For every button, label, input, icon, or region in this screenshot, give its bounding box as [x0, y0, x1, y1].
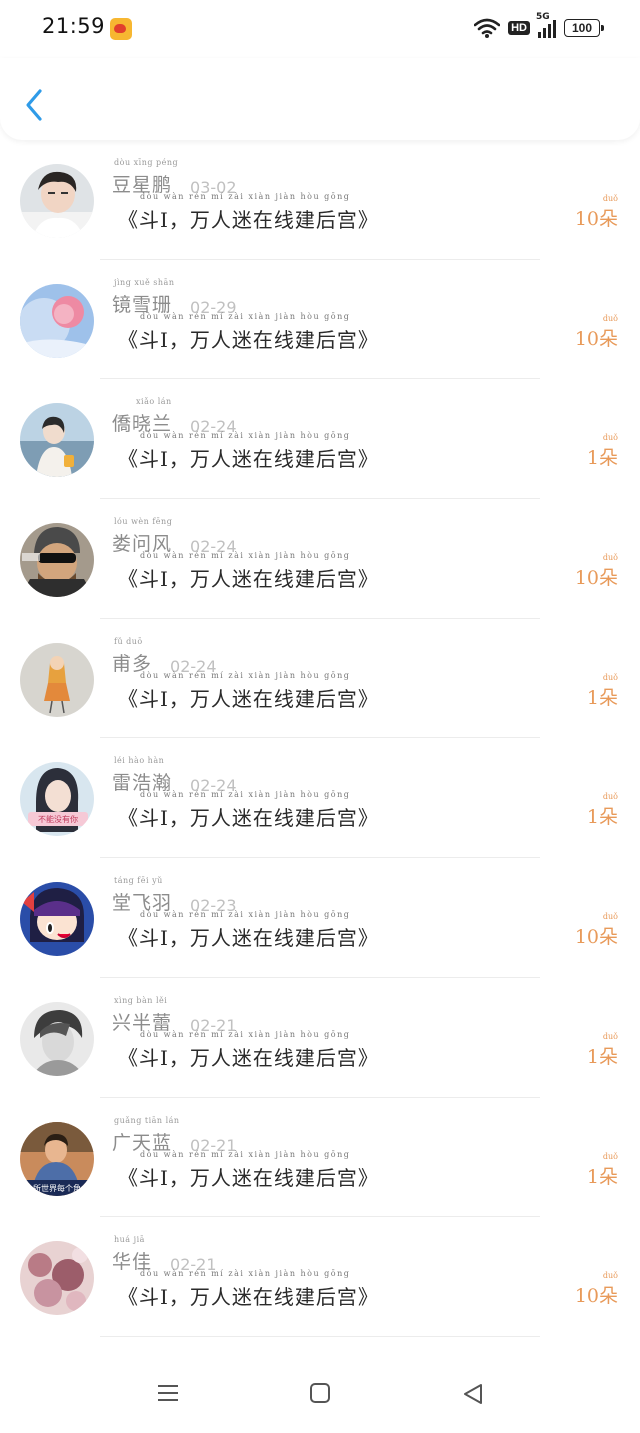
- avatar[interactable]: [20, 882, 94, 957]
- count-pinyin: duǒ: [602, 553, 618, 563]
- count-pinyin: duǒ: [602, 672, 618, 682]
- message-text: dòu wàn rén mí zài xiàn jiàn hòu gōng 《斗…: [118, 910, 379, 951]
- avatar[interactable]: [20, 523, 94, 598]
- count-pinyin: duǒ: [602, 792, 618, 802]
- system-nav-bar: [0, 1356, 640, 1433]
- list-item[interactable]: 所世界每个角 guǎng tiān lán 广天蓝 02-21 dòu wàn …: [0, 1098, 640, 1218]
- name-pinyin: guǎng tiān lán: [114, 1115, 180, 1125]
- name-pinyin: dòu xīng péng: [114, 158, 179, 167]
- count-pinyin: duǒ: [602, 1271, 618, 1281]
- name-pinyin: xìng bàn lěi: [114, 995, 168, 1005]
- flower-count: duǒ 1朵: [586, 433, 618, 470]
- name-pinyin: fǔ duō: [114, 636, 143, 646]
- count-pinyin: duǒ: [602, 194, 618, 203]
- avatar-caption: 所世界每个角: [33, 1183, 81, 1193]
- network-type: 5G: [536, 12, 550, 22]
- avatar[interactable]: [20, 283, 94, 358]
- message-pinyin: dòu wàn rén mí zài xiàn jiàn hòu gōng: [140, 311, 351, 321]
- message-text: dòu wàn rén mí zài xiàn jiàn hòu gōng 《斗…: [118, 311, 379, 352]
- avatar[interactable]: [20, 642, 94, 717]
- message-text: dòu wàn rén mí zài xiàn jiàn hòu gōng 《斗…: [118, 1269, 379, 1310]
- top-bar: [0, 58, 640, 140]
- list-item[interactable]: xiǎo lán 僑晓兰 02-24 dòu wàn rén mí zài xi…: [0, 379, 640, 500]
- flower-count: duǒ 1朵: [586, 672, 618, 709]
- menu-icon[interactable]: [157, 1384, 179, 1402]
- flower-count: duǒ 10朵: [574, 313, 618, 350]
- wifi-icon: [474, 18, 501, 38]
- battery-icon: 100: [564, 19, 604, 37]
- list-item[interactable]: xìng bàn lěi 兴半蕾 02-21 dòu wàn rén mí zà…: [0, 978, 640, 1098]
- hd-badge: HD: [508, 21, 530, 35]
- cellular-signal-icon: 5G: [536, 12, 556, 38]
- message-pinyin: dòu wàn rén mí zài xiàn jiàn hòu gōng: [140, 910, 351, 920]
- message-pinyin: dòu wàn rén mí zài xiàn jiàn hòu gōng: [140, 1029, 351, 1039]
- message-pinyin: dòu wàn rén mí zài xiàn jiàn hòu gōng: [140, 192, 351, 201]
- message-text: dòu wàn rén mí zài xiàn jiàn hòu gōng 《斗…: [118, 192, 379, 232]
- list-item[interactable]: lóu wèn fēng 娄问风 02-24 dòu wàn rén mí zà…: [0, 499, 640, 619]
- count-pinyin: duǒ: [602, 1151, 618, 1161]
- chevron-left-icon[interactable]: [22, 88, 46, 122]
- message-pinyin: dòu wàn rén mí zài xiàn jiàn hòu gōng: [140, 1269, 351, 1279]
- message-pinyin: dòu wàn rén mí zài xiàn jiàn hòu gōng: [140, 670, 351, 680]
- weibo-icon: [110, 18, 132, 40]
- message-text: dòu wàn rén mí zài xiàn jiàn hòu gōng 《斗…: [118, 431, 379, 472]
- list-item[interactable]: jìng xuě shān 镜雪珊 02-29 dòu wàn rén mí z…: [0, 260, 640, 380]
- message-text: dòu wàn rén mí zài xiàn jiàn hòu gōng 《斗…: [118, 670, 379, 711]
- flower-count: duǒ 10朵: [574, 194, 618, 230]
- name-pinyin: huá jiā: [114, 1235, 145, 1245]
- avatar[interactable]: 所世界每个角: [20, 1121, 94, 1196]
- name-pinyin: léi hào hàn: [114, 756, 165, 766]
- list-item[interactable]: dòu xīng péng 豆星鹏 03-02 dòu wàn rén mí z…: [0, 140, 640, 260]
- message-pinyin: dòu wàn rén mí zài xiàn jiàn hòu gōng: [140, 551, 351, 561]
- list-item[interactable]: 不能没有你 léi hào hàn 雷浩瀚 02-24 dòu wàn rén …: [0, 738, 640, 859]
- list-item[interactable]: táng fēi yǔ 堂飞羽 02-23 dòu wàn rén mí zài…: [0, 858, 640, 978]
- message-text: dòu wàn rén mí zài xiàn jiàn hòu gōng 《斗…: [118, 551, 379, 592]
- flower-count: duǒ 10朵: [574, 912, 618, 949]
- back-triangle-icon[interactable]: [462, 1383, 484, 1405]
- status-icons: HD 5G 100: [474, 12, 604, 40]
- flower-count: duǒ 10朵: [574, 1271, 618, 1308]
- list-item[interactable]: huá jiā 华佳 02-21 dòu wàn rén mí zài xiàn…: [0, 1217, 640, 1337]
- divider: [100, 1335, 540, 1337]
- message-pinyin: dòu wàn rén mí zài xiàn jiàn hòu gōng: [140, 431, 351, 441]
- status-time: 21:59: [42, 14, 106, 38]
- avatar[interactable]: [20, 403, 94, 478]
- avatar[interactable]: [20, 164, 94, 238]
- avatar[interactable]: [20, 1241, 94, 1316]
- count-pinyin: duǒ: [602, 1031, 618, 1041]
- name-pinyin: xiǎo lán: [136, 397, 172, 407]
- flower-count: duǒ 1朵: [586, 792, 618, 829]
- gift-list: dòu xīng péng 豆星鹏 03-02 dòu wàn rén mí z…: [0, 140, 640, 1337]
- list-item[interactable]: fǔ duō 甫多 02-24 dòu wàn rén mí zài xiàn …: [0, 619, 640, 739]
- flower-count: duǒ 10朵: [574, 553, 618, 590]
- name-pinyin: jìng xuě shān: [114, 277, 175, 287]
- status-bar: 21:59 HD 5G 100: [0, 0, 640, 58]
- avatar-caption: 不能没有你: [38, 814, 78, 824]
- message-pinyin: dòu wàn rén mí zài xiàn jiàn hòu gōng: [140, 1149, 351, 1159]
- name-pinyin: lóu wèn fēng: [114, 517, 173, 527]
- avatar[interactable]: [20, 1001, 94, 1076]
- count-pinyin: duǒ: [602, 912, 618, 922]
- name-pinyin: táng fēi yǔ: [114, 876, 163, 886]
- count-pinyin: duǒ: [602, 313, 618, 323]
- message-text: dòu wàn rén mí zài xiàn jiàn hòu gōng 《斗…: [118, 790, 379, 831]
- home-square-icon[interactable]: [310, 1383, 330, 1403]
- avatar[interactable]: 不能没有你: [20, 762, 94, 837]
- message-text: dòu wàn rén mí zài xiàn jiàn hòu gōng 《斗…: [118, 1029, 379, 1070]
- message-pinyin: dòu wàn rén mí zài xiàn jiàn hòu gōng: [140, 790, 351, 800]
- count-pinyin: duǒ: [602, 433, 618, 443]
- flower-count: duǒ 1朵: [586, 1151, 618, 1188]
- flower-count: duǒ 1朵: [586, 1031, 618, 1068]
- message-text: dòu wàn rén mí zài xiàn jiàn hòu gōng 《斗…: [118, 1149, 379, 1190]
